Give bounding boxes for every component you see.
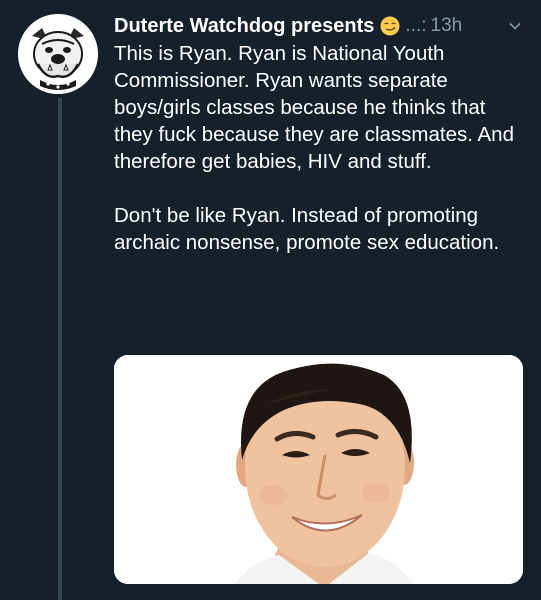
portrait-photo <box>114 355 523 584</box>
smirk-emoji-icon <box>380 16 400 36</box>
bulldog-logo-icon <box>18 14 98 94</box>
thread-line <box>58 98 62 600</box>
tweet-header: Duterte Watchdog presents ...: 13h <box>114 12 527 40</box>
chevron-down-icon[interactable] <box>507 18 523 34</box>
tweet-media-photo[interactable] <box>114 355 523 584</box>
timestamp[interactable]: 13h <box>431 15 463 37</box>
author-name[interactable]: Duterte Watchdog presents <box>114 15 374 38</box>
tweet-card[interactable]: Duterte Watchdog presents ...: 13h This … <box>0 0 541 600</box>
avatar[interactable] <box>18 14 98 94</box>
tweet-text: This is Ryan. Ryan is National Youth Com… <box>114 40 526 283</box>
author-handle[interactable]: ...: <box>405 15 426 37</box>
tweet-paragraph: Don't be like Ryan. Instead of promoting… <box>114 204 500 254</box>
tweet-paragraph: This is Ryan. Ryan is National Youth Com… <box>114 42 514 173</box>
